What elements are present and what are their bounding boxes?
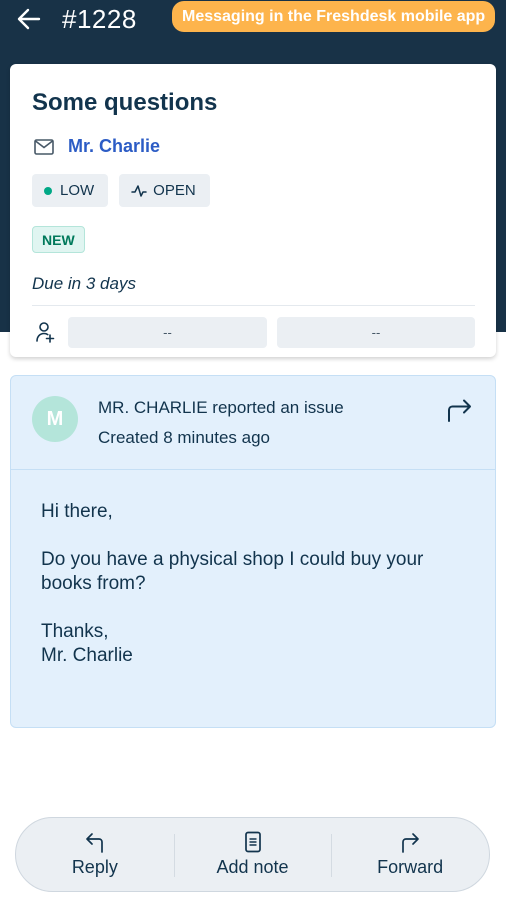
arrow-left-icon (17, 8, 41, 30)
reply-label: Reply (71, 857, 118, 877)
ticket-properties: LOW OPEN (32, 174, 210, 207)
reported-text: MR. CHARLIE reported an issue (98, 398, 344, 417)
due-date: Due in 3 days (32, 274, 136, 293)
conversation-header: M MR. CHARLIE reported an issue Created … (11, 376, 495, 470)
reply-button[interactable]: Reply (16, 818, 174, 891)
add-note-label: Add note (216, 857, 289, 877)
forward-label: Forward (377, 857, 444, 877)
add-note-button[interactable]: Add note (173, 818, 332, 891)
message-signature: Mr. Charlie (41, 645, 133, 666)
assignment-row: -- -- (32, 317, 475, 348)
priority-label: LOW (60, 182, 95, 199)
agent-field[interactable]: -- (277, 317, 475, 348)
ticket-summary-card: Some questions Mr. Charlie LOW OPEN NEW … (10, 64, 496, 357)
requester-link[interactable]: Mr. Charlie (68, 136, 160, 157)
conversation-forward-button[interactable] (445, 397, 473, 423)
message-question: Do you have a physical shop I could buy … (41, 549, 424, 594)
group-field[interactable]: -- (68, 317, 267, 348)
top-bar: #1228 Messaging in the Freshdesk mobile … (0, 0, 506, 40)
message-closing: Thanks, (41, 621, 109, 642)
conversation-card: M MR. CHARLIE reported an issue Created … (10, 375, 496, 728)
mail-icon (34, 138, 54, 155)
priority-chip[interactable]: LOW (32, 174, 109, 207)
back-button[interactable] (14, 5, 44, 33)
status-label: OPEN (153, 182, 196, 199)
requester-row: Mr. Charlie (34, 136, 160, 157)
forward-icon (399, 831, 421, 853)
pulse-icon (131, 184, 147, 198)
add-user-icon (34, 321, 56, 343)
new-tag-badge: NEW (32, 226, 85, 253)
action-bar: Reply Add note Forward (15, 817, 490, 892)
forward-button[interactable]: Forward (331, 818, 489, 891)
created-time: Created 8 minutes ago (98, 428, 270, 447)
promo-badge[interactable]: Messaging in the Freshdesk mobile app (172, 1, 496, 32)
forward-icon (445, 397, 473, 423)
ticket-id: #1228 (62, 4, 137, 34)
ticket-subject: Some questions (32, 89, 218, 116)
note-icon (242, 831, 264, 853)
status-chip[interactable]: OPEN (119, 174, 210, 207)
reply-icon (84, 831, 106, 853)
avatar: M (32, 396, 78, 442)
message-greeting: Hi there, (41, 501, 113, 522)
divider (32, 305, 475, 306)
priority-dot-icon (44, 186, 52, 195)
conversation-body: Hi there, Do you have a physical shop I … (41, 500, 471, 668)
